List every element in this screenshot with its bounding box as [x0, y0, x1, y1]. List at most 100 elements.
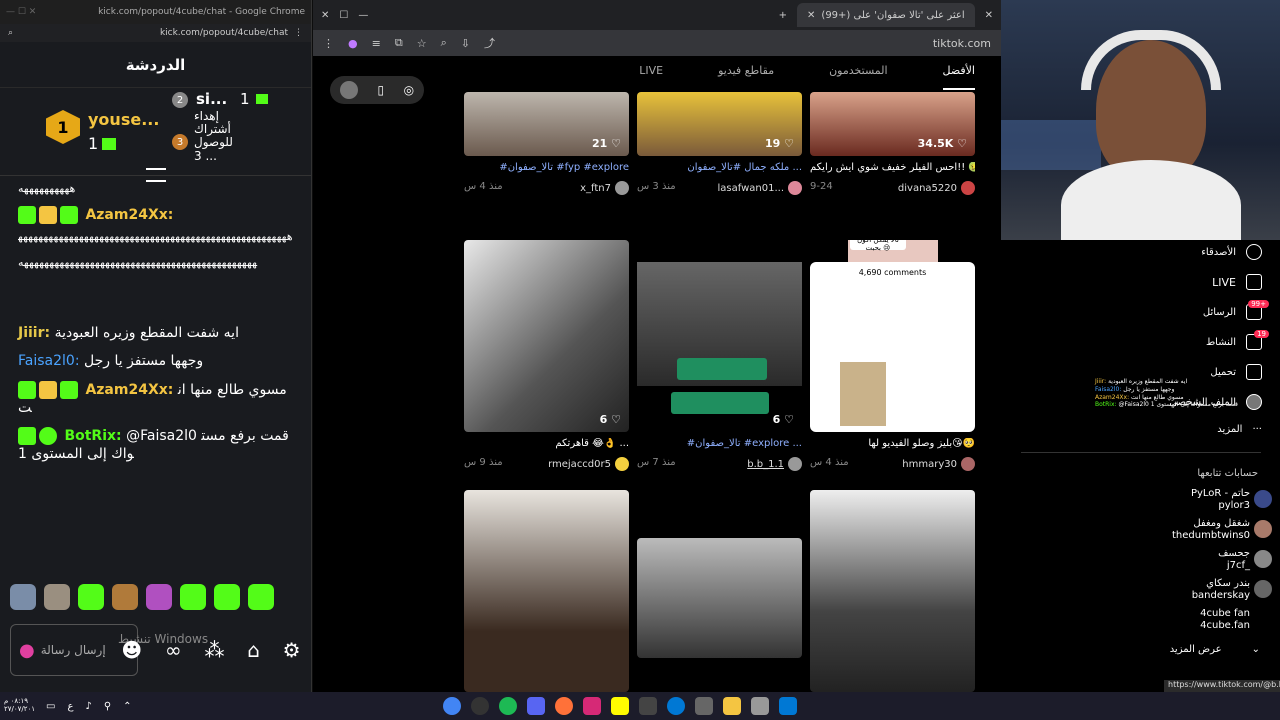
extensions-icon[interactable]: ⧉: [395, 36, 403, 50]
sidebar-item-live[interactable]: LIVE: [1212, 274, 1262, 290]
tab-live[interactable]: LIVE: [639, 64, 663, 90]
video-caption[interactable]: #تالا_صفوان #fyp #explore: [464, 162, 629, 173]
minimize-icon[interactable]: —: [358, 10, 368, 21]
video-card[interactable]: [637, 538, 802, 658]
chrome-icon[interactable]: [442, 697, 461, 715]
emote-icon[interactable]: [180, 584, 206, 610]
firefox-icon[interactable]: [554, 697, 573, 715]
tab-videos[interactable]: مقاطع فيديو: [718, 64, 774, 90]
video-thumbnail[interactable]: تالا يمكن اكون بحبت 😢 4,690 comments 9 ♡: [810, 240, 975, 432]
video-card[interactable]: [810, 490, 975, 692]
store-icon[interactable]: ⌂: [247, 638, 260, 662]
video-author[interactable]: rmejaccd0r5: [548, 459, 611, 470]
sidebar-item-activity[interactable]: النشاط 19: [1206, 330, 1269, 350]
file-explorer-icon[interactable]: [722, 697, 741, 715]
video-thumbnail[interactable]: 34.5K ♡: [810, 92, 975, 156]
close-tab-icon[interactable]: ✕: [807, 10, 815, 21]
close-tab-icon[interactable]: ✕: [985, 10, 993, 21]
zoom-icon[interactable]: ⌕: [441, 36, 447, 50]
tab-search-icon[interactable]: ≡: [372, 37, 381, 50]
tab-users[interactable]: المستخدمون: [829, 64, 887, 90]
video-caption[interactable]: احس الفيلر خفيف شوي ايش رايكم!! 🤢: [810, 162, 975, 173]
emote-icon[interactable]: [146, 584, 172, 610]
video-thumbnail[interactable]: 6 ♡: [637, 240, 802, 432]
following-item[interactable]: 4cube fan 4cube.fan: [1200, 608, 1250, 632]
following-item[interactable]: جحسف j7cf_: [1218, 548, 1250, 572]
mic-icon[interactable]: ♪: [85, 701, 91, 712]
video-author[interactable]: x_ftn7: [580, 183, 611, 194]
video-card[interactable]: 19 ♡ ملكه جمال #تالا_صفوان ... منذ 3 س la…: [637, 92, 802, 195]
notepad-icon[interactable]: [750, 697, 769, 715]
video-thumbnail[interactable]: [464, 490, 629, 692]
bookmark-icon[interactable]: ☆: [417, 37, 427, 50]
video-card[interactable]: 34.5K ♡ احس الفيلر خفيف شوي ايش رايكم!! …: [810, 92, 975, 195]
new-tab-icon[interactable]: +: [779, 10, 787, 21]
active-tab[interactable]: ✕ (99+) اعثر على 'تالا صفوان' على: [797, 3, 975, 27]
address-bar[interactable]: tiktok.com: [933, 37, 991, 50]
avatar[interactable]: [1254, 580, 1272, 598]
menu-icon[interactable]: ⋮: [294, 28, 303, 38]
snapchat-icon[interactable]: [610, 697, 629, 715]
extension-icon[interactable]: ●: [348, 37, 358, 50]
video-thumbnail[interactable]: [810, 490, 975, 692]
avatar[interactable]: [339, 81, 358, 99]
apps-icon[interactable]: ⁂: [204, 638, 224, 662]
video-author[interactable]: lasafwan01...: [718, 183, 785, 194]
video-card[interactable]: 6 ♡ #تالا_صفوان #explore ... منذ 7 س b.b_…: [637, 240, 802, 471]
search-icon[interactable]: ⌕: [8, 28, 13, 38]
avatar[interactable]: [1254, 550, 1272, 568]
message-username[interactable]: BotRix:: [64, 428, 121, 444]
infinity-icon[interactable]: ∞: [165, 638, 182, 662]
video-author[interactable]: b.b_1.1: [747, 459, 784, 470]
chat-url[interactable]: kick.com/popout/4cube/chat: [160, 28, 288, 38]
calculator-icon[interactable]: [694, 697, 713, 715]
capcut-icon[interactable]: [638, 697, 657, 715]
window-controls[interactable]: — ☐ ✕: [6, 7, 36, 17]
video-caption[interactable]: بليز وصلو الفيديو لها😘🥺: [810, 438, 975, 449]
rank-1-name[interactable]: youse...: [88, 110, 159, 129]
emote-icon[interactable]: [112, 584, 138, 610]
clock[interactable]: ٠٨:١٩ م ٢٧/٠٧/٢٠١: [0, 698, 40, 713]
emote-icon[interactable]: [44, 584, 70, 610]
video-card[interactable]: [464, 490, 629, 692]
video-author[interactable]: hmmary30: [902, 459, 957, 470]
rank-2-name[interactable]: si...: [196, 90, 227, 108]
sidebar-item-more[interactable]: المزيد ···: [1217, 424, 1262, 435]
video-thumbnail[interactable]: 6 ♡: [464, 240, 629, 432]
video-card[interactable]: 6 ♡ قاهرتكم 😂👌 ... منذ 9 س rmejaccd0r5: [464, 240, 629, 471]
sidebar-item-friends[interactable]: الأصدقاء: [1201, 244, 1262, 260]
emote-icon[interactable]: [248, 584, 274, 610]
message-username[interactable]: Faisa2l0:: [18, 353, 80, 369]
chevron-up-icon[interactable]: ⌃: [123, 701, 131, 712]
discord-icon[interactable]: [526, 697, 545, 715]
restore-icon[interactable]: ☐: [339, 10, 348, 21]
instagram-icon[interactable]: [582, 697, 601, 715]
message-username[interactable]: Azam24Xx:: [85, 382, 173, 398]
video-thumbnail[interactable]: [637, 538, 802, 658]
avatar[interactable]: [1254, 520, 1272, 538]
windows-start-icon[interactable]: [778, 697, 797, 715]
tab-top[interactable]: الأفضل: [942, 64, 975, 90]
video-author[interactable]: divana5220: [898, 183, 957, 194]
install-icon[interactable]: ⇩: [461, 37, 470, 50]
video-caption[interactable]: #تالا_صفوان #explore ...: [637, 438, 802, 449]
video-card[interactable]: 21 ♡ #تالا_صفوان #fyp #explore منذ 4 س x_…: [464, 92, 629, 195]
video-card[interactable]: تالا يمكن اكون بحبت 😢 4,690 comments 9 ♡…: [810, 240, 975, 471]
show-more-button[interactable]: عرض المزيد ⌄: [1170, 644, 1260, 655]
notification-icon[interactable]: ▭: [46, 701, 55, 712]
avatar[interactable]: [1254, 490, 1272, 508]
emoji-icon[interactable]: ☻: [121, 638, 142, 662]
video-thumbnail[interactable]: 21 ♡: [464, 92, 629, 156]
settings-icon[interactable]: ⚙: [283, 638, 301, 662]
following-item[interactable]: بندر سكاي banderskay: [1192, 578, 1250, 602]
emote-icon[interactable]: [214, 584, 240, 610]
sidebar-item-profile[interactable]: الملف الشخصي: [1169, 394, 1262, 410]
network-icon[interactable]: ⚲: [104, 701, 111, 712]
following-item[interactable]: شغقل ومغفل thedumbtwins0: [1172, 518, 1250, 542]
spotify-icon[interactable]: [498, 697, 517, 715]
menu-icon[interactable]: ⋮: [323, 37, 334, 50]
sidebar-item-messages[interactable]: الرسائل 99+: [1203, 300, 1269, 320]
following-item[interactable]: PyLoR - حاتم pylor3: [1191, 488, 1250, 512]
emote-icon[interactable]: [78, 584, 104, 610]
video-caption[interactable]: ملكه جمال #تالا_صفوان ...: [637, 162, 802, 173]
